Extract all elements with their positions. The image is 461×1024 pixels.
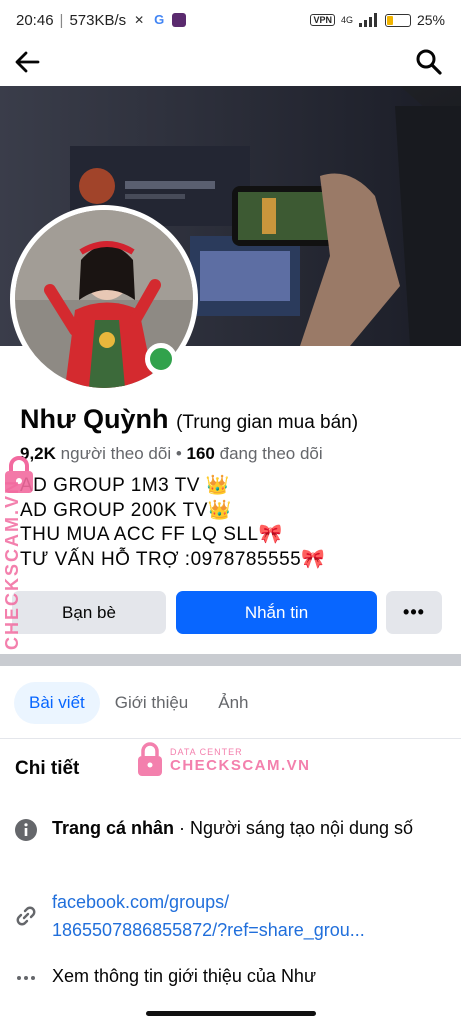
home-indicator[interactable]: [146, 1011, 316, 1016]
page-type-separator: ·: [174, 818, 191, 838]
friends-button-label: Bạn bè: [62, 602, 116, 622]
page-type-row: Trang cá nhân · Người sáng tạo nội dung …: [12, 814, 452, 844]
friends-button[interactable]: Bạn bè: [12, 591, 166, 634]
watermark-big-text: CHECKSCAM.VN: [170, 756, 311, 774]
online-status-indicator: [145, 343, 177, 375]
status-divider: |: [59, 11, 64, 29]
following-count[interactable]: 160: [187, 444, 215, 463]
vpn-badge: VPN: [310, 14, 335, 26]
search-icon: [416, 49, 442, 75]
battery-icon: [384, 13, 411, 27]
arrow-left-icon: [15, 51, 40, 73]
message-button[interactable]: Nhắn tin: [176, 591, 377, 634]
bio-line: AD GROUP 1M3 TV 👑: [20, 475, 230, 496]
more-horizontal-icon: [12, 964, 40, 992]
watermark-small-text: DATA CENTER: [170, 746, 243, 757]
profile-name: Như Quỳnh (Trung gian mua bán): [20, 404, 358, 435]
follow-stats: 9,2K người theo dõi • 160 đang theo dõi: [20, 444, 323, 464]
bio-line: TƯ VẤN HỖ TRỢ :0978785555🎀: [20, 548, 326, 570]
tab-posts[interactable]: Bài viết: [14, 682, 100, 724]
watermark-lock-icon: [138, 742, 162, 776]
see-about-text: Xem thông tin giới thiệu của Như: [52, 966, 316, 986]
link-text-line1[interactable]: facebook.com/groups/: [52, 888, 365, 916]
watermark-side-text: CHECKSCAM.VN: [2, 478, 22, 650]
battery-percent: 25%: [416, 12, 445, 28]
followers-label: người theo dõi: [60, 444, 172, 463]
link-text-line2[interactable]: 1865507886855872/?ref=share_grou...: [52, 916, 365, 944]
info-icon: [12, 816, 40, 844]
link-row[interactable]: facebook.com/groups/ 1865507886855872/?r…: [12, 888, 452, 944]
top-nav: [0, 40, 461, 84]
see-about-row[interactable]: Xem thông tin giới thiệu của Như: [12, 962, 452, 992]
page-type-value: Người sáng tạo nội dung số: [190, 818, 414, 838]
link-icon: [12, 902, 40, 930]
profile-name-text: Như Quỳnh: [20, 404, 169, 434]
network-speed: 573KB/s: [69, 11, 127, 29]
profile-bio: AD GROUP 1M3 TV 👑 AD GROUP 200K TV👑 THU …: [20, 474, 325, 572]
tab-photos[interactable]: Ảnh: [203, 682, 263, 724]
status-bar: 20:46 | 573KB/s ✕ G VPN 4G 25%: [0, 0, 461, 40]
page-type-label: Trang cá nhân: [52, 818, 175, 838]
signal-icon: [358, 13, 377, 27]
google-icon: G: [154, 12, 165, 27]
tab-posts-label: Bài viết: [29, 693, 85, 712]
mute-icon: ✕: [134, 13, 145, 27]
tab-about[interactable]: Giới thiệu: [100, 682, 204, 724]
search-button[interactable]: [413, 46, 445, 78]
more-icon: •••: [403, 602, 425, 622]
battery-fill: [386, 15, 393, 25]
profile-tabs: Bài viết Giới thiệu Ảnh: [14, 682, 264, 724]
stats-separator: •: [175, 444, 182, 463]
profile-role: (Trung gian mua bán): [176, 412, 359, 433]
network-type: 4G: [340, 15, 353, 25]
message-button-label: Nhắn tin: [244, 602, 309, 622]
tab-photos-label: Ảnh: [218, 693, 249, 712]
app-icon: [172, 13, 187, 27]
back-button[interactable]: [12, 46, 44, 78]
details-title: Chi tiết: [15, 758, 80, 779]
followers-count[interactable]: 9,2K: [20, 444, 56, 463]
watermark-center: DATA CENTER CHECKSCAM.VN: [136, 742, 311, 778]
bio-line: THU MUA ACC FF LQ SLL🎀: [20, 524, 283, 545]
section-divider: [0, 654, 461, 666]
tabs-divider: [0, 738, 461, 739]
more-options-button[interactable]: •••: [386, 591, 442, 634]
tab-about-label: Giới thiệu: [114, 693, 189, 712]
status-time: 20:46: [16, 11, 54, 29]
following-label: đang theo dõi: [219, 444, 323, 463]
bio-line: AD GROUP 200K TV👑: [20, 499, 233, 521]
